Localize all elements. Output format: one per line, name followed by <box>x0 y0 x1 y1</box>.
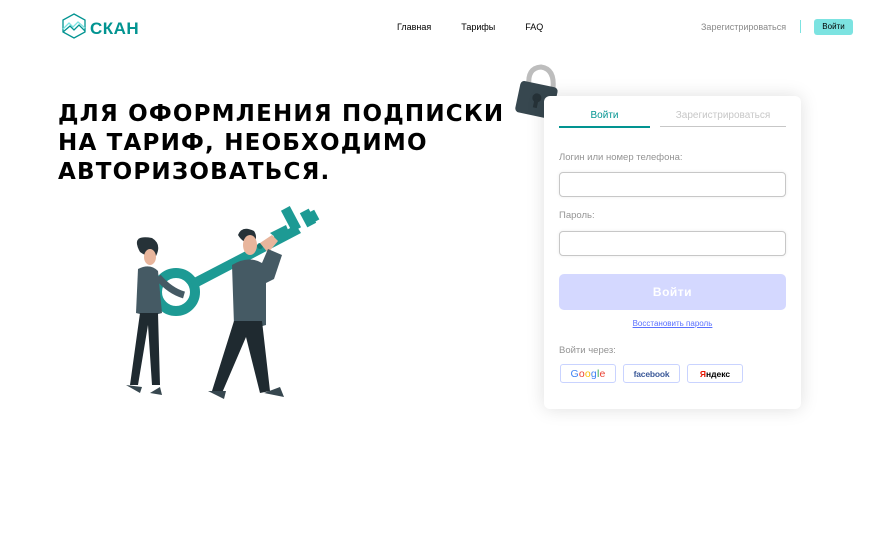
facebook-logo: facebook <box>633 368 670 379</box>
header-login-button[interactable]: Войти <box>814 19 853 35</box>
logo-icon <box>60 12 88 45</box>
google-logo: Google <box>570 367 606 380</box>
yandex-logo: Яндекс <box>699 368 731 379</box>
tab-login-underline <box>559 126 650 128</box>
login-via-label: Войти через: <box>559 345 616 356</box>
tab-register-underline <box>660 126 786 127</box>
logo-text: СКАН <box>90 18 140 38</box>
password-input[interactable] <box>559 231 786 256</box>
headline-line: АВТОРИЗОВАТЬСЯ. <box>58 159 331 185</box>
yandex-login-button[interactable]: Яндекс <box>687 364 743 383</box>
main-nav: Главная Тарифы FAQ <box>397 22 543 32</box>
auth-tabs: Войти Зарегистрироваться <box>559 110 786 128</box>
nav-faq[interactable]: FAQ <box>525 22 543 32</box>
nav-tariffs[interactable]: Тарифы <box>461 22 495 32</box>
headline-line: НА ТАРИФ, НЕОБХОДИМО <box>58 130 428 156</box>
nav-home[interactable]: Главная <box>397 22 431 32</box>
submit-login-button[interactable]: Войти <box>559 274 786 310</box>
tab-register[interactable]: Зарегистрироваться <box>660 110 786 121</box>
login-field-label: Логин или номер телефона: <box>559 152 683 163</box>
headline-line: ДЛЯ ОФОРМЛЕНИЯ ПОДПИСКИ <box>58 101 505 127</box>
login-input[interactable] <box>559 172 786 197</box>
header-register-link[interactable]: Зарегистрироваться <box>701 22 786 32</box>
restore-password-link[interactable]: Восстановить пароль <box>559 319 786 328</box>
woman-figure <box>126 237 186 395</box>
header: СКАН Главная Тарифы FAQ Зарегистрировать… <box>0 0 889 54</box>
logo[interactable]: СКАН <box>60 12 139 45</box>
password-field-label: Пароль: <box>559 210 595 221</box>
page-headline: ДЛЯ ОФОРМЛЕНИЯ ПОДПИСКИ НА ТАРИФ, НЕОБХО… <box>58 100 518 187</box>
people-with-key-illustration <box>110 195 330 410</box>
login-card: Войти Зарегистрироваться Логин или номер… <box>544 96 801 409</box>
google-login-button[interactable]: Google <box>560 364 616 383</box>
facebook-login-button[interactable]: facebook <box>623 364 680 383</box>
header-divider <box>800 20 801 33</box>
tab-login[interactable]: Войти <box>559 110 650 121</box>
